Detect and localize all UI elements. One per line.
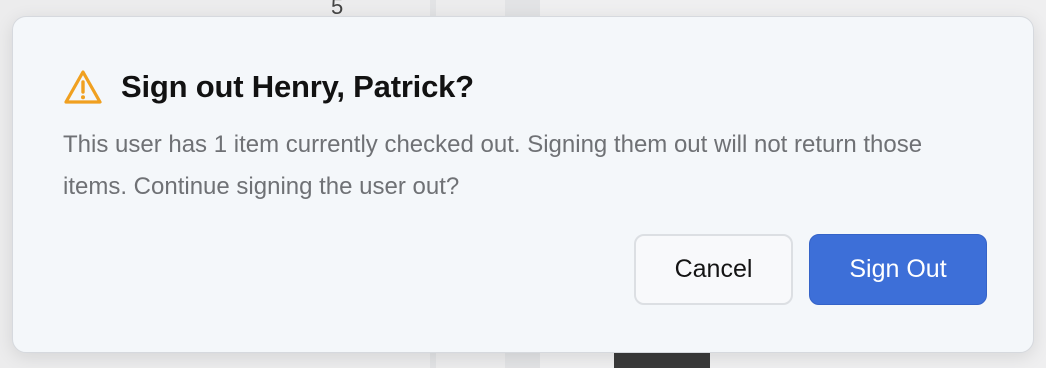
dialog-header: Sign out Henry, Patrick? [63,67,474,107]
dialog-message: This user has 1 item currently checked o… [63,131,923,200]
cancel-button[interactable]: Cancel [634,234,793,305]
background-thumbnail [614,352,710,368]
dialog-title: Sign out Henry, Patrick? [121,69,474,104]
sign-out-dialog: Sign out Henry, Patrick? This user has 1… [12,16,1034,353]
sign-out-button[interactable]: Sign Out [809,234,987,305]
warning-triangle-icon [63,69,103,105]
